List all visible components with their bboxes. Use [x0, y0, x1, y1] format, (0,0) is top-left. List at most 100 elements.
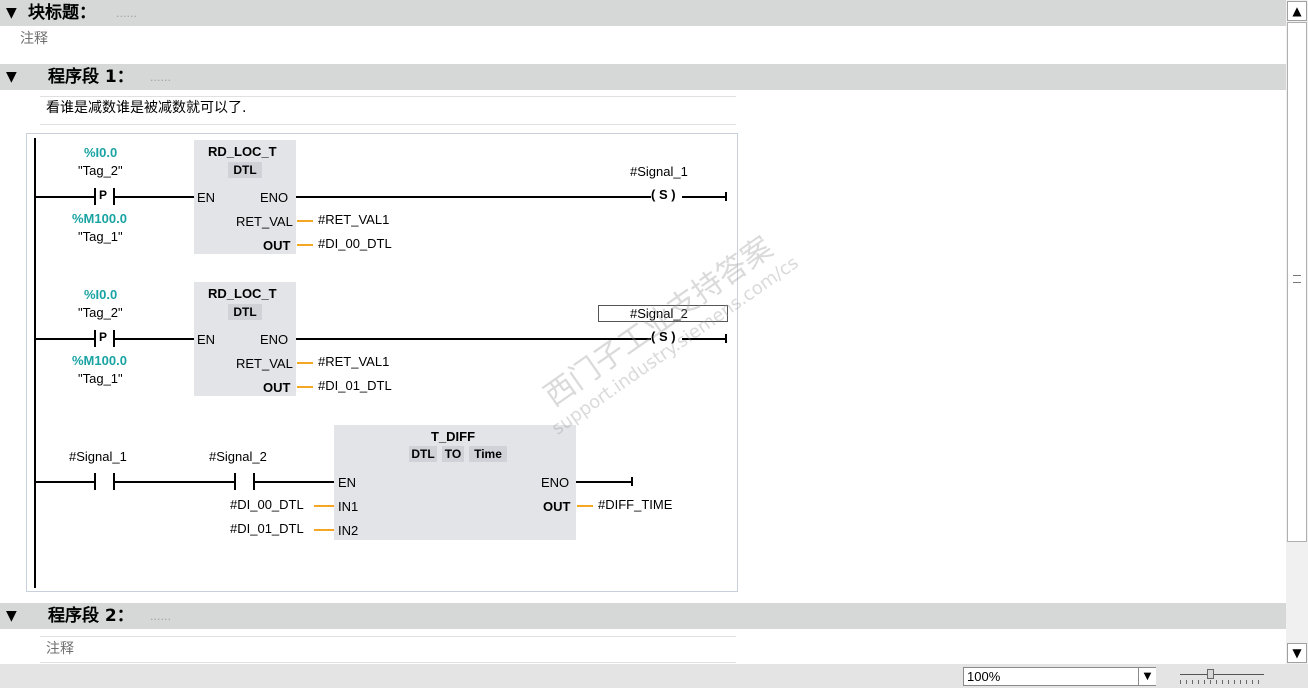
block-title-label: 块标题： — [28, 3, 96, 23]
contact-tag: "Tag_2" — [78, 305, 123, 320]
out-wire — [577, 505, 593, 507]
pin-out: OUT — [263, 380, 291, 395]
arrow-up-icon[interactable]: ▲ — [1287, 1, 1307, 21]
block-title-dots[interactable]: ...... — [116, 0, 137, 28]
contact-bar — [94, 188, 96, 205]
coil-tag[interactable]: #Signal_1 — [630, 164, 688, 179]
contact-tag: #Signal_2 — [209, 449, 267, 464]
pin-out: OUT — [263, 238, 291, 253]
t-diff-block[interactable]: T_DIFF DTL TO Time EN ENO IN1 OUT IN2 — [334, 425, 576, 540]
pin-out: OUT — [543, 499, 571, 514]
in1-wire — [314, 505, 334, 507]
ladder-network-area[interactable]: %I0.0 "Tag_2" P %M100.0 "Tag_1" RD_LOC_T… — [26, 133, 803, 592]
network-1-dots[interactable]: ...... — [150, 64, 171, 92]
wire — [115, 196, 194, 198]
edge-memory-address: %M100.0 — [72, 353, 127, 368]
block-type[interactable]: DTL — [228, 304, 262, 320]
set-coil[interactable]: ( S ) — [651, 329, 676, 344]
contact-bar — [94, 330, 96, 347]
ret-val-wire — [297, 362, 313, 364]
contact-address: %I0.0 — [84, 287, 118, 302]
out-wire — [297, 386, 313, 388]
network-1-label: 程序段 1： — [48, 67, 134, 87]
edge-memory-tag: "Tag_1" — [78, 371, 123, 386]
block-name: T_DIFF — [431, 429, 476, 444]
grip-icon — [1293, 275, 1301, 283]
set-coil[interactable]: ( S ) — [651, 187, 676, 202]
p-contact[interactable]: P — [99, 188, 107, 202]
zoom-slider-thumb[interactable] — [1207, 669, 1214, 679]
scroll-thumb[interactable] — [1287, 22, 1307, 542]
pin-en: EN — [197, 332, 216, 347]
p-contact[interactable]: P — [99, 330, 107, 344]
edge-memory-tag: "Tag_1" — [78, 229, 123, 244]
in2-variable[interactable]: #DI_01_DTL — [230, 521, 304, 536]
rd-loc-t-block[interactable]: RD_LOC_T DTL EN ENO RET_VAL OUT — [194, 140, 296, 254]
network-2-bar[interactable]: ▼ 程序段 2： ...... — [0, 603, 1286, 629]
contact-tag: "Tag_2" — [78, 163, 123, 178]
wire — [255, 481, 334, 483]
contact-bar — [234, 473, 236, 490]
type-in[interactable]: DTL — [409, 446, 437, 462]
out-variable[interactable]: #DI_01_DTL — [318, 378, 392, 393]
wire — [36, 338, 94, 340]
coil-symbol: S — [658, 329, 668, 344]
collapse-triangle-icon[interactable]: ▼ — [6, 603, 17, 629]
wire — [682, 196, 726, 198]
ret-val-wire — [297, 220, 313, 222]
out-variable[interactable]: #DI_00_DTL — [318, 236, 392, 251]
ret-val-variable[interactable]: #RET_VAL1 — [318, 212, 389, 227]
rung-end — [725, 334, 727, 343]
wire — [115, 481, 234, 483]
rd-loc-t-block[interactable]: RD_LOC_T DTL EN ENO RET_VAL OUT — [194, 282, 296, 396]
chevron-down-icon[interactable]: ▼ — [1138, 668, 1156, 685]
out-variable[interactable]: #DIFF_TIME — [598, 497, 672, 512]
type-out[interactable]: Time — [469, 446, 507, 462]
block-comment[interactable]: 注释 — [20, 28, 48, 48]
pin-in1: IN1 — [338, 499, 359, 514]
in1-variable[interactable]: #DI_00_DTL — [230, 497, 304, 512]
coil-symbol: S — [658, 187, 668, 202]
in2-wire — [314, 529, 334, 531]
contact-address: %I0.0 — [84, 145, 118, 160]
contact-tag: #Signal_1 — [69, 449, 127, 464]
comment-top-line — [40, 636, 736, 637]
out-wire — [297, 244, 313, 246]
rung-end — [631, 477, 633, 486]
pin-in2: IN2 — [338, 523, 359, 538]
zoom-select[interactable]: 100% — [963, 667, 1156, 686]
type-to: TO — [442, 446, 464, 462]
pin-eno: ENO — [260, 332, 289, 347]
ret-val-variable[interactable]: #RET_VAL1 — [318, 354, 389, 369]
network-1-bar[interactable]: ▼ 程序段 1： ...... — [0, 64, 1286, 90]
network-2-dots[interactable]: ...... — [150, 603, 171, 631]
comment-bottom-line — [40, 124, 736, 125]
pin-eno: ENO — [260, 190, 289, 205]
comment-bottom-line — [40, 662, 736, 663]
wire — [36, 481, 94, 483]
wire — [115, 338, 194, 340]
wire — [296, 338, 651, 340]
wire — [36, 196, 94, 198]
edge-memory-address: %M100.0 — [72, 211, 127, 226]
power-rail — [34, 138, 36, 588]
network-2-comment[interactable]: 注释 — [46, 638, 74, 658]
pin-en: EN — [338, 475, 357, 490]
block-title-bar[interactable]: ▼ 块标题： ...... — [0, 0, 1286, 26]
collapse-triangle-icon[interactable]: ▼ — [6, 0, 17, 26]
arrow-down-icon[interactable]: ▼ — [1287, 643, 1307, 663]
collapse-triangle-icon[interactable]: ▼ — [6, 64, 17, 90]
contact-bar — [94, 473, 96, 490]
block-name: RD_LOC_T — [208, 144, 277, 159]
network-1-comment[interactable]: 看谁是减数谁是被减数就可以了. — [46, 97, 246, 117]
block-type[interactable]: DTL — [228, 162, 262, 178]
pin-ret-val: RET_VAL — [236, 356, 293, 371]
rung-end — [725, 192, 727, 201]
zoom-slider-track — [1180, 674, 1264, 675]
pin-ret-val: RET_VAL — [236, 214, 293, 229]
coil-tag-selected[interactable]: #Signal_2 — [598, 305, 728, 322]
zoom-slider[interactable] — [1180, 668, 1264, 684]
wire — [682, 338, 726, 340]
wire — [576, 481, 632, 483]
zoom-slider-ticks — [1180, 680, 1264, 684]
